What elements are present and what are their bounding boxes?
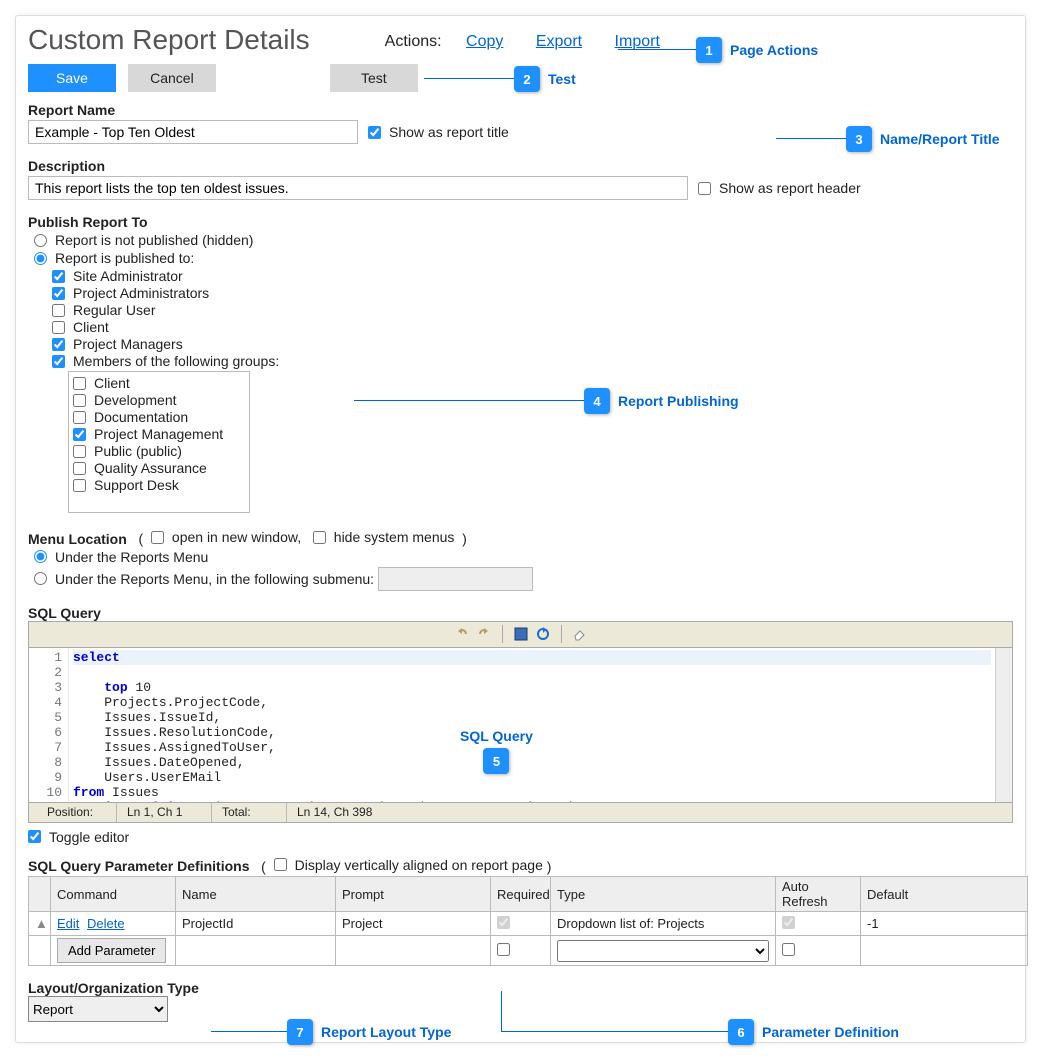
cancel-button[interactable]: Cancel <box>128 64 216 92</box>
toggle-editor[interactable]: Toggle editor <box>28 829 1013 845</box>
radio-under-submenu[interactable] <box>34 572 47 585</box>
save-button[interactable]: Save <box>28 64 116 92</box>
hide-sys-checkbox[interactable] <box>313 531 326 544</box>
param-table: Command Name Prompt Required Type Auto R… <box>28 876 1028 966</box>
layout-type-label: Layout/Organization Type <box>28 980 1013 996</box>
open-new-window-checkbox[interactable] <box>151 531 164 544</box>
param-delete-link[interactable]: Delete <box>87 916 125 931</box>
group-public-public-[interactable]: Public (public) <box>73 443 249 459</box>
param-autorefresh-checkbox <box>782 916 795 929</box>
members-checkbox[interactable] <box>52 355 65 368</box>
group-development[interactable]: Development <box>73 392 249 408</box>
display-vert-checkbox[interactable] <box>274 858 287 871</box>
report-name-label: Report Name <box>28 102 1013 118</box>
groups-listbox[interactable]: ClientDevelopmentDocumentationProject Ma… <box>68 371 250 513</box>
undo-icon[interactable] <box>454 626 470 642</box>
redo-icon[interactable] <box>476 626 492 642</box>
erase-icon[interactable] <box>572 626 588 642</box>
group-quality-assurance[interactable]: Quality Assurance <box>73 460 249 476</box>
show-as-title[interactable]: Show as report title <box>368 124 509 140</box>
param-header-row: Command Name Prompt Required Type Auto R… <box>29 877 1028 912</box>
new-param-autorefresh[interactable] <box>782 943 795 956</box>
menu-location-label: Menu Location <box>28 531 127 547</box>
new-param-type-select[interactable] <box>557 940 769 962</box>
radio-published-to[interactable] <box>34 252 47 265</box>
annotation-2: 2Test <box>514 66 576 92</box>
group-support-desk[interactable]: Support Desk <box>73 477 249 493</box>
submenu-input[interactable] <box>378 567 533 591</box>
display-vertically[interactable]: Display vertically aligned on report pag… <box>274 857 543 873</box>
sql-scrollbar[interactable] <box>995 648 1012 802</box>
show-as-title-checkbox[interactable] <box>368 126 381 139</box>
hide-system-menus[interactable]: hide system menus <box>313 529 455 545</box>
param-defs-label: SQL Query Parameter Definitions <box>28 858 249 874</box>
show-as-header[interactable]: Show as report header <box>698 180 861 196</box>
action-export[interactable]: Export <box>536 33 582 50</box>
role-project-managers[interactable]: Project Managers <box>52 336 1013 352</box>
sql-toolbar <box>28 621 1013 647</box>
role-regular-user[interactable]: Regular User <box>52 302 1013 318</box>
open-new-window[interactable]: open in new window, <box>151 529 301 545</box>
param-row: ▲▼ Edit Delete ProjectId Project Dropdow… <box>29 912 1028 936</box>
new-param-required[interactable] <box>497 943 510 956</box>
refresh-icon[interactable] <box>535 626 551 642</box>
action-import[interactable]: Import <box>615 33 660 50</box>
group-client[interactable]: Client <box>73 375 249 391</box>
annotation-5: SQL Query 5 <box>460 728 533 774</box>
role-project-administrators[interactable]: Project Administrators <box>52 285 1013 301</box>
sql-editor[interactable]: 12345678910 select top 10 Projects.Proje… <box>28 647 1013 803</box>
param-required-checkbox <box>497 916 510 929</box>
radio-not-published[interactable] <box>34 234 47 247</box>
annotation-3: 3Name/Report Title <box>846 126 1000 152</box>
annotation-4: 4Report Publishing <box>584 388 739 414</box>
fullscreen-icon[interactable] <box>513 626 529 642</box>
group-project-management[interactable]: Project Management <box>73 426 249 442</box>
show-as-header-checkbox[interactable] <box>698 182 711 195</box>
members-of-groups[interactable]: Members of the following groups: <box>52 353 1013 369</box>
annotation-1: 1Page Actions <box>696 37 818 63</box>
layout-type-select[interactable]: Report <box>28 996 168 1022</box>
page-title: Custom Report Details <box>28 24 310 56</box>
param-edit-link[interactable]: Edit <box>57 916 79 931</box>
report-name-input[interactable] <box>28 120 358 144</box>
group-documentation[interactable]: Documentation <box>73 409 249 425</box>
publish-label: Publish Report To <box>28 214 1013 230</box>
role-site-administrator[interactable]: Site Administrator <box>52 268 1013 284</box>
test-button[interactable]: Test <box>330 64 418 92</box>
actions-label: Actions: <box>385 33 442 50</box>
annotation-7: 7Report Layout Type <box>287 1019 451 1045</box>
action-copy[interactable]: Copy <box>466 33 503 50</box>
description-input[interactable] <box>28 176 688 200</box>
description-label: Description <box>28 158 1013 174</box>
reorder-arrows[interactable]: ▲▼ <box>29 912 51 936</box>
add-parameter-button[interactable]: Add Parameter <box>57 938 166 963</box>
sql-status-bar: Position: Ln 1, Ch 1 Total: Ln 14, Ch 39… <box>28 803 1013 823</box>
radio-under-reports[interactable] <box>34 550 47 563</box>
role-client[interactable]: Client <box>52 319 1013 335</box>
toggle-editor-checkbox[interactable] <box>28 830 41 843</box>
param-add-row: Add Parameter <box>29 936 1028 966</box>
annotation-6: 6Parameter Definition <box>728 1019 899 1045</box>
sql-query-label: SQL Query <box>28 605 1013 621</box>
